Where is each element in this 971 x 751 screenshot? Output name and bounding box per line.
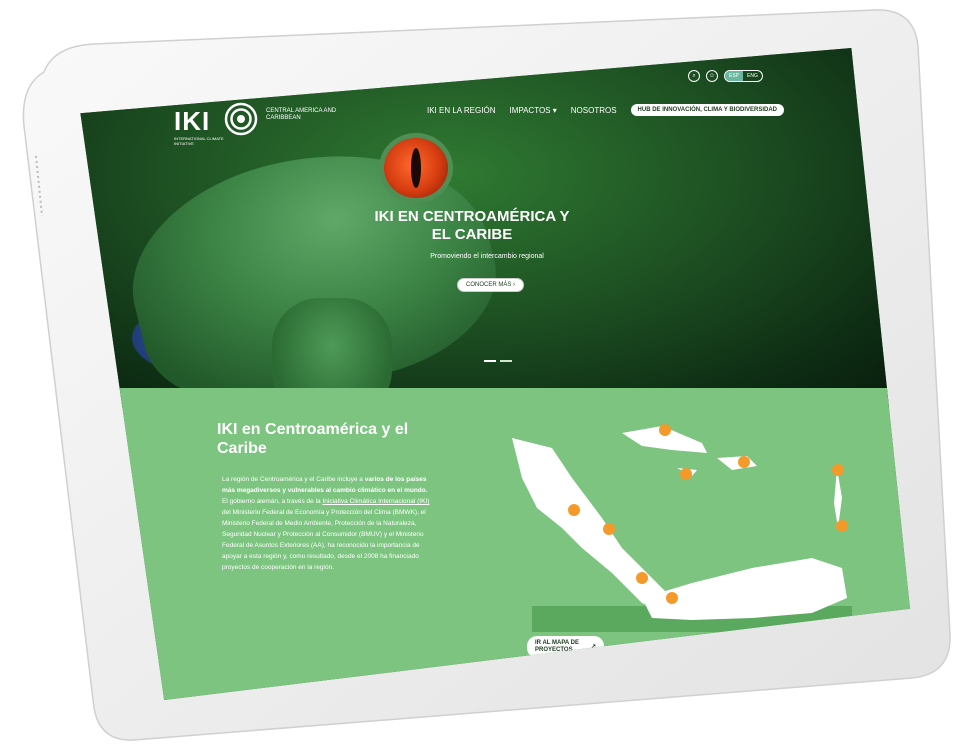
accessibility-icon[interactable]: ☺ — [706, 70, 718, 82]
lang-eng[interactable]: ENG — [743, 71, 762, 81]
region-map[interactable] — [492, 408, 852, 628]
hero-title: IKI EN CENTROAMÉRICA Y EL CARIBE — [374, 208, 570, 243]
menu-item-impactos-label: IMPACTOS — [509, 105, 551, 115]
arrow-right-icon: › — [513, 282, 516, 288]
map-marker[interactable] — [568, 504, 580, 516]
map-marker[interactable] — [836, 520, 848, 532]
menu-item-impactos[interactable]: IMPACTOS ▾ — [509, 106, 556, 115]
tablet-mockup: IKI INTERNATIONAL CLIMATE INITIATIVE CEN… — [14, 6, 954, 744]
para-part-5: del Ministerio Federal de Economía y Pro… — [222, 509, 426, 571]
menu-item-nosotros[interactable]: NOSOTROS — [571, 106, 617, 115]
logo-rings-icon — [224, 102, 258, 136]
map-marker[interactable] — [666, 592, 678, 604]
conocer-mas-button[interactable]: CONOCER MÁS › — [457, 278, 525, 292]
logo-subtitle: INTERNATIONAL CLIMATE INITIATIVE — [174, 136, 224, 146]
map-marker[interactable] — [659, 424, 671, 436]
chevron-down-icon: ▾ — [552, 105, 557, 115]
carousel-dot-1[interactable] — [484, 360, 496, 362]
map-marker[interactable] — [603, 523, 615, 535]
logo-region: CENTRAL AMERICA AND CARIBBEAN — [266, 108, 337, 121]
browser-screen: IKI INTERNATIONAL CLIMATE INITIATIVE CEN… — [80, 48, 910, 700]
hero-subtitle: Promoviendo el intercambio regional — [430, 253, 544, 260]
map-marker[interactable] — [636, 572, 648, 584]
map-marker[interactable] — [738, 456, 750, 468]
carousel-dots — [484, 360, 512, 362]
iki-logo[interactable]: IKI INTERNATIONAL CLIMATE INITIATIVE CEN… — [174, 102, 336, 146]
map-marker[interactable] — [680, 468, 692, 480]
iki-link[interactable]: Iniciativa Climática Internacional (IKI) — [322, 498, 429, 505]
section-title: IKI en Centroamérica y el Caribe — [217, 421, 409, 457]
carousel-dot-2[interactable] — [500, 360, 512, 362]
language-switch[interactable]: ESP ENG — [724, 70, 763, 82]
para-part-3: El gobierno alemán, a través de la — [222, 498, 323, 505]
lang-esp[interactable]: ESP — [725, 71, 744, 81]
map-marker[interactable] — [832, 464, 844, 476]
search-icon[interactable]: ⌕ — [688, 70, 700, 82]
logo-text: IKI — [174, 106, 211, 136]
main-menu: IKI EN LA REGIÓN IMPACTOS ▾ NOSOTROS HUB… — [427, 104, 785, 116]
conocer-mas-label: CONOCER MÁS — [466, 282, 512, 288]
section-paragraph: La región de Centroamérica y el Caribe i… — [222, 474, 432, 573]
header-tools: ⌕ ☺ ESP ENG — [688, 70, 763, 82]
para-part-1: La región de Centroamérica y el Caribe i… — [222, 476, 365, 483]
hub-button[interactable]: HUB DE INNOVACIÓN, CLIMA Y BIODIVERSIDAD — [630, 104, 785, 116]
menu-item-region[interactable]: IKI EN LA REGIÓN — [427, 106, 495, 115]
